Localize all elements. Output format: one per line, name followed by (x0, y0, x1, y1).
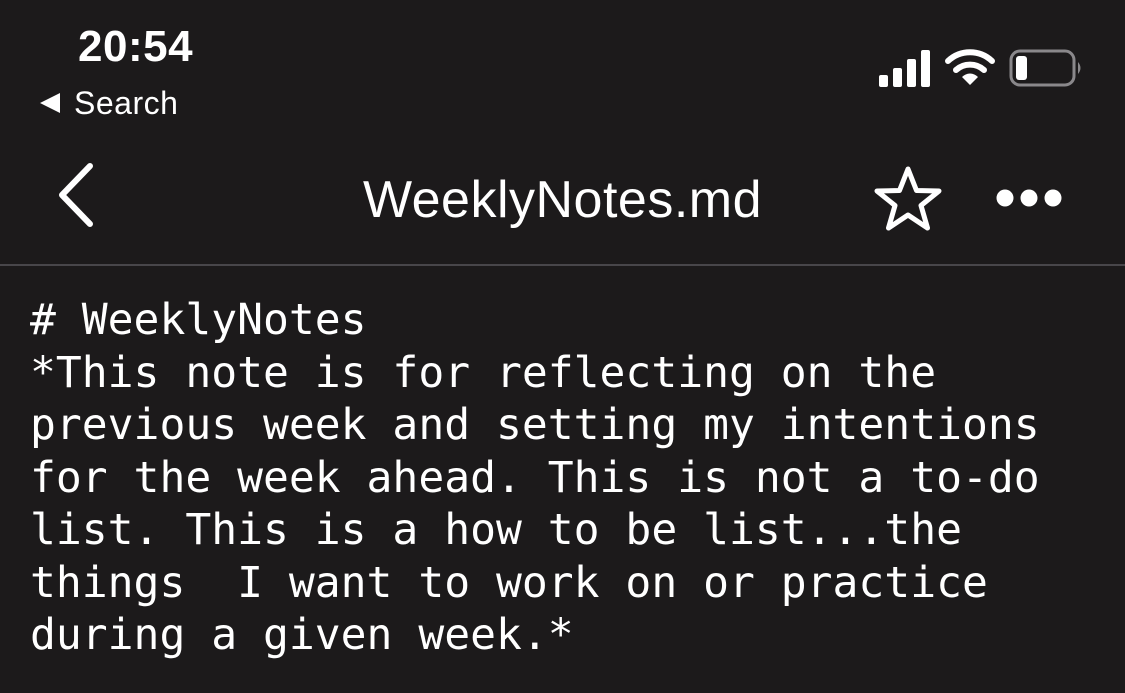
wifi-icon (945, 49, 995, 85)
back-to-app-label: Search (74, 84, 179, 121)
back-triangle-icon (40, 93, 60, 113)
document-title: WeeklyNotes.md (362, 171, 763, 229)
editor-line: previous week and setting my intentions (30, 400, 1040, 450)
more-horizontal-icon[interactable] (992, 180, 1066, 216)
nav-bar: WeeklyNotes.md (0, 130, 1125, 264)
editor-line: things I want to work on or practice (30, 557, 988, 608)
editor-line: for the week ahead. This is not a to-do (30, 452, 1040, 503)
cellular-signal-icon (879, 50, 930, 87)
status-time: 20:54 (78, 22, 194, 71)
status-bar: 20:54 Search (0, 0, 1125, 130)
editor-line: list. This is a how to be list...the (30, 505, 962, 555)
star-outline-icon[interactable] (872, 164, 944, 236)
editor-line: *This note is for reflecting on the (30, 347, 937, 398)
back-to-app-button[interactable]: Search (38, 84, 178, 122)
editor-line-heading: # WeeklyNotes (30, 295, 367, 345)
battery-icon (1009, 49, 1081, 87)
editor-line: during a given week.* (30, 610, 574, 660)
markdown-editor[interactable]: # WeeklyNotes *This note is for reflecti… (30, 294, 1110, 662)
nav-divider (0, 264, 1125, 266)
system-icons (879, 48, 1085, 88)
